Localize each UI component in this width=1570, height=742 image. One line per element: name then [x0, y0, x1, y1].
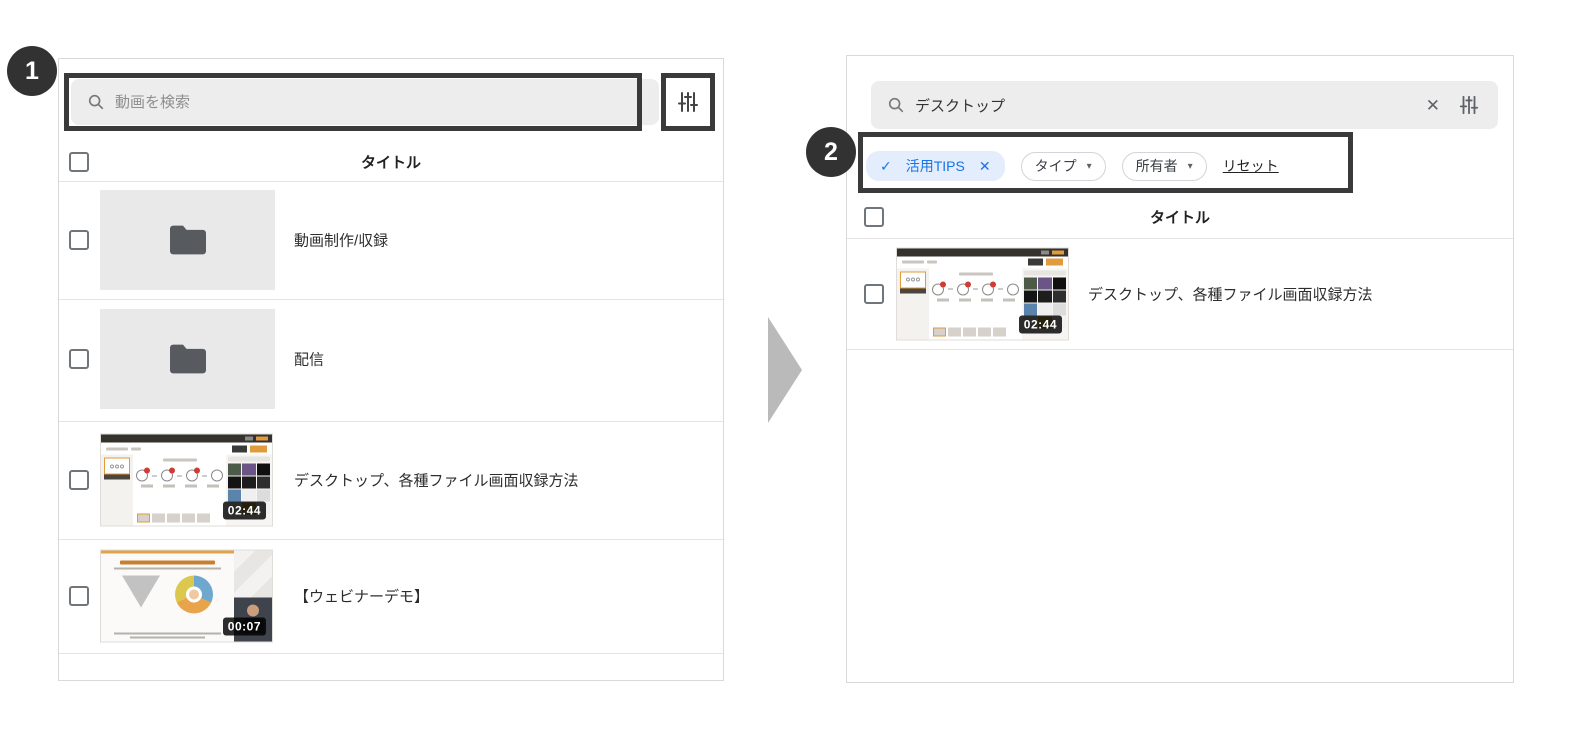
table-header: タイトル: [59, 142, 723, 181]
folder-icon: [166, 222, 210, 258]
divider: [59, 653, 723, 654]
chevron-down-icon: ▾: [1187, 160, 1193, 172]
folder-icon: [166, 341, 210, 377]
flow-arrow: [768, 317, 802, 423]
highlight-filter-button: [661, 73, 715, 131]
tutorial-figure: 1 動画を検索 タイトル 動画制作/収録 配信 02:44 デスクトップ、各種フ…: [0, 0, 1570, 742]
reset-filters-link[interactable]: リセット: [1223, 156, 1279, 176]
folder-thumbnail[interactable]: [100, 309, 275, 409]
row-checkbox[interactable]: [69, 349, 89, 369]
search-icon: [887, 96, 905, 114]
chevron-down-icon: ▾: [1086, 160, 1092, 172]
video-library-panel-after: ✕ ✓ 活用TIPS ✕ タイプ ▾: [846, 55, 1514, 683]
row-checkbox[interactable]: [864, 283, 884, 304]
row-checkbox[interactable]: [69, 586, 89, 606]
active-filter-chip[interactable]: ✓ 活用TIPS ✕: [866, 151, 1005, 181]
divider: [847, 349, 1513, 350]
tune-icon[interactable]: [676, 90, 700, 114]
search-input[interactable]: [915, 96, 1416, 114]
owner-filter-dropdown[interactable]: 所有者 ▾: [1121, 151, 1207, 181]
dropdown-label: タイプ: [1034, 158, 1077, 174]
video-thumbnail[interactable]: 00:07: [100, 549, 273, 643]
duration-badge: 02:44: [1018, 315, 1062, 333]
video-thumbnail[interactable]: 02:44: [100, 433, 273, 527]
duration-badge: 00:07: [222, 617, 266, 636]
thumb-editor-toolbar: [897, 256, 1068, 268]
table-row[interactable]: 動画制作/収録: [59, 181, 723, 299]
row-title: デスクトップ、各種ファイル画面収録方法: [1088, 286, 1373, 303]
thumb-editor-toolbar: [101, 442, 272, 455]
check-icon: ✓: [880, 157, 892, 174]
step-1-badge: 1: [7, 46, 57, 96]
highlight-search-box: [64, 73, 642, 131]
column-header-title: タイトル: [1149, 209, 1210, 227]
row-title: 【ウェビナーデモ】: [294, 588, 430, 606]
filter-row: ✓ 活用TIPS ✕ タイプ ▾ 所有者 ▾ リセット: [866, 151, 1279, 181]
row-checkbox[interactable]: [69, 230, 89, 250]
thumb-editor-topbar: [101, 434, 272, 443]
video-library-panel-before: タイトル 動画制作/収録: [58, 58, 724, 681]
row-title: 動画制作/収録: [294, 232, 389, 250]
remove-chip-icon[interactable]: ✕: [979, 158, 991, 175]
table-row[interactable]: 配信: [59, 299, 723, 419]
table-row[interactable]: 02:44 デスクトップ、各種ファイル画面収録方法: [59, 421, 723, 539]
table-row[interactable]: 00:07 【ウェビナーデモ】: [59, 539, 723, 653]
duration-badge: 02:44: [222, 501, 266, 520]
row-title: 配信: [294, 351, 325, 369]
table-row[interactable]: 02:44 デスクトップ、各種ファイル画面収録方法: [847, 238, 1513, 349]
video-thumbnail[interactable]: 02:44: [896, 247, 1069, 340]
chip-label: 活用TIPS: [905, 158, 965, 174]
donut-chart-graphic: [175, 575, 213, 614]
table-header: タイトル: [847, 196, 1513, 238]
row-title: デスクトップ、各種ファイル画面収録方法: [294, 472, 579, 490]
type-filter-dropdown[interactable]: タイプ ▾: [1020, 151, 1106, 181]
row-checkbox[interactable]: [69, 470, 89, 490]
search-bar[interactable]: ✕: [871, 81, 1498, 129]
folder-thumbnail[interactable]: [100, 190, 275, 290]
column-header-title: タイトル: [360, 154, 421, 171]
tune-icon[interactable]: [1458, 94, 1480, 116]
funnel-graphic: [122, 575, 160, 608]
clear-search-icon[interactable]: ✕: [1426, 97, 1440, 114]
thumb-editor-topbar: [897, 248, 1068, 256]
step-2-badge: 2: [806, 127, 856, 177]
dropdown-label: 所有者: [1135, 158, 1178, 174]
